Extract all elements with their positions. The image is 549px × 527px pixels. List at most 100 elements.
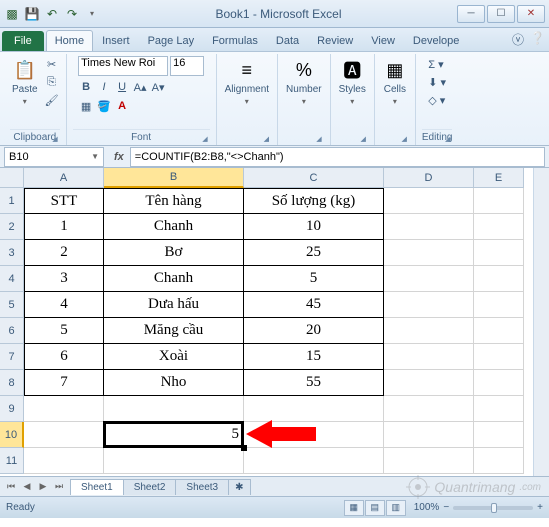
- row-header-6[interactable]: 6: [0, 318, 24, 344]
- row-header-2[interactable]: 2: [0, 214, 24, 240]
- tab-data[interactable]: Data: [267, 30, 308, 51]
- vertical-scrollbar[interactable]: [533, 168, 549, 476]
- autosum-icon[interactable]: Σ ▾: [423, 56, 448, 72]
- clear-icon[interactable]: ◇ ▾: [423, 92, 450, 108]
- view-normal-icon[interactable]: ▦: [344, 500, 364, 516]
- underline-button[interactable]: U: [114, 79, 130, 95]
- view-pagelayout-icon[interactable]: ▤: [365, 500, 385, 516]
- cells-area[interactable]: STT Tên hàng Số lượng (kg) 1Chanh10 2Bơ2…: [24, 188, 524, 474]
- tab-formulas[interactable]: Formulas: [203, 30, 267, 51]
- undo-icon[interactable]: ↶: [44, 6, 60, 22]
- col-header-C[interactable]: C: [244, 168, 384, 188]
- row-header-1[interactable]: 1: [0, 188, 24, 214]
- qat-more-icon[interactable]: ▾: [84, 6, 100, 22]
- maximize-button[interactable]: ☐: [487, 5, 515, 23]
- cell-C8[interactable]: 55: [244, 370, 384, 396]
- cell-A8[interactable]: 7: [24, 370, 104, 396]
- cell-A6[interactable]: 5: [24, 318, 104, 344]
- cell-C2[interactable]: 10: [244, 214, 384, 240]
- row-header-11[interactable]: 11: [0, 448, 24, 474]
- cell-A1[interactable]: STT: [24, 188, 104, 214]
- cell-C4[interactable]: 5: [244, 266, 384, 292]
- font-name-select[interactable]: Times New Roi: [78, 56, 168, 76]
- cut-icon[interactable]: ✂: [44, 56, 60, 72]
- cell-B3[interactable]: Bơ: [104, 240, 244, 266]
- help-icon[interactable]: ❔: [530, 31, 545, 48]
- row-header-9[interactable]: 9: [0, 396, 24, 422]
- cell-B10[interactable]: 5: [104, 422, 244, 448]
- namebox-dropdown-icon[interactable]: ▼: [91, 152, 99, 161]
- cell-C1[interactable]: Số lượng (kg): [244, 188, 384, 214]
- close-button[interactable]: ✕: [517, 5, 545, 23]
- row-header-4[interactable]: 4: [0, 266, 24, 292]
- cell-D1[interactable]: [384, 188, 474, 214]
- shrink-font-icon[interactable]: A▾: [150, 79, 166, 95]
- cell-B1[interactable]: Tên hàng: [104, 188, 244, 214]
- font-color-icon[interactable]: A: [114, 98, 130, 114]
- cell-A5[interactable]: 4: [24, 292, 104, 318]
- col-header-A[interactable]: A: [24, 168, 104, 188]
- row-header-5[interactable]: 5: [0, 292, 24, 318]
- cell-C6[interactable]: 20: [244, 318, 384, 344]
- cell-A4[interactable]: 3: [24, 266, 104, 292]
- redo-icon[interactable]: ↷: [64, 6, 80, 22]
- row-header-3[interactable]: 3: [0, 240, 24, 266]
- cell-B5[interactable]: Dưa hấu: [104, 292, 244, 318]
- tab-insert[interactable]: Insert: [93, 30, 139, 51]
- fill-icon[interactable]: ⬇ ▾: [423, 74, 451, 90]
- cell-B6[interactable]: Măng cầu: [104, 318, 244, 344]
- zoom-slider[interactable]: [453, 506, 533, 510]
- cell-C3[interactable]: 25: [244, 240, 384, 266]
- font-size-select[interactable]: 16: [170, 56, 204, 76]
- grow-font-icon[interactable]: A▴: [132, 79, 148, 95]
- cell-A2[interactable]: 1: [24, 214, 104, 240]
- tab-home[interactable]: Home: [46, 30, 93, 51]
- sheet-nav-prev-icon[interactable]: ◀: [20, 481, 34, 492]
- spreadsheet-grid[interactable]: A B C D E 1 2 3 4 5 6 7 8 9 10 11 STT Tê…: [0, 168, 549, 476]
- cell-A3[interactable]: 2: [24, 240, 104, 266]
- zoom-in-icon[interactable]: +: [537, 502, 543, 513]
- copy-icon[interactable]: ⎘: [44, 74, 60, 90]
- col-header-B[interactable]: B: [104, 168, 244, 188]
- tab-review[interactable]: Review: [308, 30, 362, 51]
- minimize-ribbon-icon[interactable]: ⓥ: [512, 31, 524, 48]
- cell-C5[interactable]: 45: [244, 292, 384, 318]
- zoom-out-icon[interactable]: −: [443, 502, 449, 513]
- formula-input[interactable]: =COUNTIF(B2:B8,"<>Chanh"): [130, 147, 545, 167]
- paste-button[interactable]: 📋 Paste ▾: [10, 56, 40, 108]
- format-painter-icon[interactable]: 🖌: [44, 92, 60, 108]
- cell-B8[interactable]: Nho: [104, 370, 244, 396]
- tab-file[interactable]: File: [2, 31, 44, 51]
- italic-button[interactable]: I: [96, 79, 112, 95]
- cell-C7[interactable]: 15: [244, 344, 384, 370]
- sheet-nav-last-icon[interactable]: ⏭: [52, 481, 66, 492]
- col-header-E[interactable]: E: [474, 168, 524, 188]
- new-sheet-icon[interactable]: ✱: [228, 479, 250, 495]
- alignment-button[interactable]: ≡ Alignment ▾: [223, 56, 271, 108]
- col-header-D[interactable]: D: [384, 168, 474, 188]
- sheet-nav-next-icon[interactable]: ▶: [36, 481, 50, 492]
- sheet-tab-1[interactable]: Sheet1: [70, 479, 124, 495]
- row-header-7[interactable]: 7: [0, 344, 24, 370]
- cells-button[interactable]: ▦ Cells ▾: [381, 56, 409, 108]
- view-pagebreak-icon[interactable]: ▥: [386, 500, 406, 516]
- tab-developer[interactable]: Develope: [404, 30, 468, 51]
- cell-A7[interactable]: 6: [24, 344, 104, 370]
- fill-handle[interactable]: [241, 445, 247, 451]
- styles-button[interactable]: 🅰 Styles ▾: [337, 56, 368, 108]
- zoom-level[interactable]: 100%: [414, 502, 440, 513]
- border-icon[interactable]: ▦: [78, 98, 94, 114]
- cell-B4[interactable]: Chanh: [104, 266, 244, 292]
- number-button[interactable]: % Number ▾: [284, 56, 324, 108]
- sheet-tab-3[interactable]: Sheet3: [175, 479, 229, 495]
- fill-color-icon[interactable]: 🪣: [96, 98, 112, 114]
- save-icon[interactable]: 💾: [24, 6, 40, 22]
- fx-icon[interactable]: fx: [114, 151, 124, 163]
- cell-E1[interactable]: [474, 188, 524, 214]
- cell-B2[interactable]: Chanh: [104, 214, 244, 240]
- sheet-nav-first-icon[interactable]: ⏮: [4, 481, 18, 492]
- bold-button[interactable]: B: [78, 79, 94, 95]
- sheet-tab-2[interactable]: Sheet2: [123, 479, 177, 495]
- tab-pagelayout[interactable]: Page Lay: [139, 30, 203, 51]
- tab-view[interactable]: View: [362, 30, 404, 51]
